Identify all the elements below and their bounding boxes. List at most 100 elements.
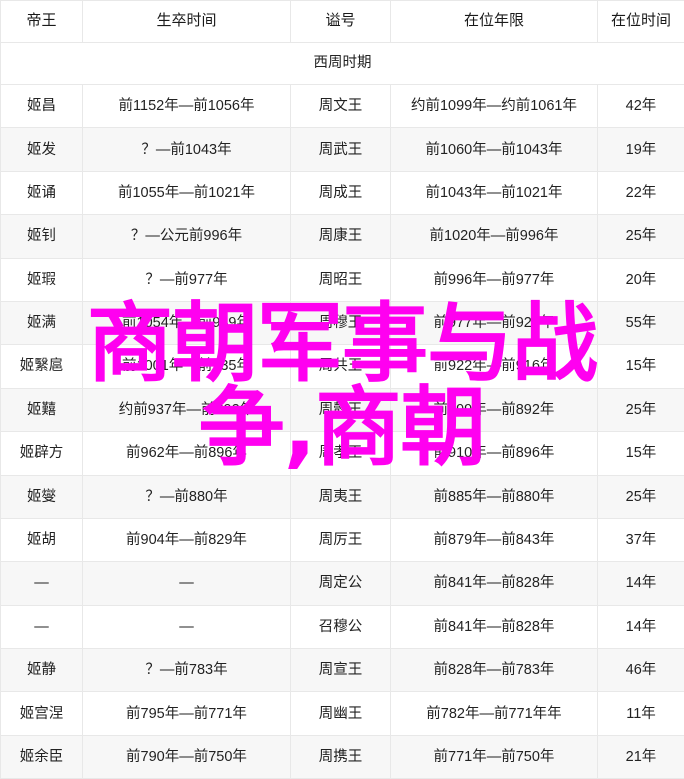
cell-posthumous: 周厉王: [291, 518, 391, 561]
cell-duration: 25年: [598, 388, 684, 431]
cell-life: 前790年—前750年: [83, 735, 291, 778]
cell-reign: 前841年—前828年: [391, 562, 598, 605]
table-header: 帝王 生卒时间 谥号 在位年限 在位时间: [1, 1, 684, 43]
cell-life: 约前937年—前892年: [83, 388, 291, 431]
cell-posthumous: 周穆王: [291, 301, 391, 344]
cell-duration: 14年: [598, 562, 684, 605]
cell-name: 姬满: [1, 301, 83, 344]
table-row: 姬囏约前937年—前892年周懿王前899年—前892年25年: [1, 388, 684, 431]
cell-posthumous: 周康王: [291, 215, 391, 258]
cell-duration: 19年: [598, 128, 684, 171]
cell-life: 前1152年—前1056年: [83, 85, 291, 128]
cell-name: 姬发: [1, 128, 83, 171]
table-row: 姬瑕？—前977年周昭王前996年—前977年20年: [1, 258, 684, 301]
cell-life: 前1001年—前935年: [83, 345, 291, 388]
cell-posthumous: 周夷王: [291, 475, 391, 518]
cell-life: 前1054年—前949年: [83, 301, 291, 344]
cell-life: ？—前1043年: [83, 128, 291, 171]
cell-life: ？—公元前996年: [83, 215, 291, 258]
cell-posthumous: 周孝王: [291, 432, 391, 475]
cell-name: —: [1, 562, 83, 605]
table-row: 姬静？—前783年周宣王前828年—前783年46年: [1, 649, 684, 692]
cell-posthumous: 周携王: [291, 735, 391, 778]
cell-life: 前1055年—前1021年: [83, 171, 291, 214]
cell-life: —: [83, 562, 291, 605]
table-row: 姬燮？—前880年周夷王前885年—前880年25年: [1, 475, 684, 518]
table-row: ——召穆公前841年—前828年14年: [1, 605, 684, 648]
zhou-emperors-table: 帝王 生卒时间 谥号 在位年限 在位时间 西周时期 姬昌前1152年—前1056…: [0, 0, 684, 779]
column-header-life: 生卒时间: [83, 1, 291, 43]
cell-life: 前962年—前896年: [83, 432, 291, 475]
cell-name: 姬辟方: [1, 432, 83, 475]
table-row: 姬满前1054年—前949年周穆王前977年—前922年55年: [1, 301, 684, 344]
cell-reign: 约前1099年—约前1061年: [391, 85, 598, 128]
cell-life: ？—前977年: [83, 258, 291, 301]
cell-reign: 前899年—前892年: [391, 388, 598, 431]
cell-duration: 14年: [598, 605, 684, 648]
cell-reign: 前841年—前828年: [391, 605, 598, 648]
table-row: 姬胡前904年—前829年周厉王前879年—前843年37年: [1, 518, 684, 561]
cell-name: 姬燮: [1, 475, 83, 518]
column-header-posthumous: 谥号: [291, 1, 391, 43]
cell-reign: 前1043年—前1021年: [391, 171, 598, 214]
cell-posthumous: 周成王: [291, 171, 391, 214]
cell-reign: 前996年—前977年: [391, 258, 598, 301]
cell-duration: 11年: [598, 692, 684, 735]
cell-name: 姬胡: [1, 518, 83, 561]
cell-life: 前904年—前829年: [83, 518, 291, 561]
cell-reign: 前771年—前750年: [391, 735, 598, 778]
cell-duration: 20年: [598, 258, 684, 301]
header-row: 帝王 生卒时间 谥号 在位年限 在位时间: [1, 1, 684, 43]
table-row: 姬发？—前1043年周武王前1060年—前1043年19年: [1, 128, 684, 171]
cell-posthumous: 周定公: [291, 562, 391, 605]
section-label: 西周时期: [1, 43, 684, 85]
cell-name: 姬囏: [1, 388, 83, 431]
cell-posthumous: 周昭王: [291, 258, 391, 301]
cell-name: 姬宫涅: [1, 692, 83, 735]
cell-reign: 前828年—前783年: [391, 649, 598, 692]
column-header-reign: 在位年限: [391, 1, 598, 43]
table-row: 姬昌前1152年—前1056年周文王约前1099年—约前1061年42年: [1, 85, 684, 128]
cell-name: 姬瑕: [1, 258, 83, 301]
cell-name: 姬余臣: [1, 735, 83, 778]
cell-duration: 25年: [598, 215, 684, 258]
cell-duration: 15年: [598, 432, 684, 475]
table-row: 姬诵前1055年—前1021年周成王前1043年—前1021年22年: [1, 171, 684, 214]
cell-reign: 前977年—前922年: [391, 301, 598, 344]
cell-name: 姬昌: [1, 85, 83, 128]
table-body: 西周时期 姬昌前1152年—前1056年周文王约前1099年—约前1061年42…: [1, 43, 684, 779]
cell-duration: 42年: [598, 85, 684, 128]
column-header-name: 帝王: [1, 1, 83, 43]
cell-life: ？—前783年: [83, 649, 291, 692]
table-row: 姬辟方前962年—前896年周孝王前910年—前896年15年: [1, 432, 684, 475]
cell-name: 姬钊: [1, 215, 83, 258]
page-root: 帝王 生卒时间 谥号 在位年限 在位时间 西周时期 姬昌前1152年—前1056…: [0, 0, 684, 743]
cell-reign: 前885年—前880年: [391, 475, 598, 518]
cell-posthumous: 召穆公: [291, 605, 391, 648]
cell-duration: 46年: [598, 649, 684, 692]
table-row: 姬钊？—公元前996年周康王前1020年—前996年25年: [1, 215, 684, 258]
cell-posthumous: 周懿王: [291, 388, 391, 431]
cell-posthumous: 周武王: [291, 128, 391, 171]
cell-duration: 55年: [598, 301, 684, 344]
cell-reign: 前879年—前843年: [391, 518, 598, 561]
cell-reign: 前910年—前896年: [391, 432, 598, 475]
cell-life: —: [83, 605, 291, 648]
table-row: 姬繄扈前1001年—前935年周共王前922年—前916年15年: [1, 345, 684, 388]
table-row: 姬余臣前790年—前750年周携王前771年—前750年21年: [1, 735, 684, 778]
cell-reign: 前1060年—前1043年: [391, 128, 598, 171]
cell-posthumous: 周幽王: [291, 692, 391, 735]
cell-name: 姬静: [1, 649, 83, 692]
cell-name: —: [1, 605, 83, 648]
cell-duration: 37年: [598, 518, 684, 561]
cell-reign: 前782年—前771年年: [391, 692, 598, 735]
table-row: 姬宫涅前795年—前771年周幽王前782年—前771年年11年: [1, 692, 684, 735]
cell-duration: 25年: [598, 475, 684, 518]
cell-life: ？—前880年: [83, 475, 291, 518]
section-row-western-zhou: 西周时期: [1, 43, 684, 85]
cell-duration: 21年: [598, 735, 684, 778]
cell-reign: 前922年—前916年: [391, 345, 598, 388]
cell-posthumous: 周文王: [291, 85, 391, 128]
cell-duration: 22年: [598, 171, 684, 214]
cell-name: 姬繄扈: [1, 345, 83, 388]
